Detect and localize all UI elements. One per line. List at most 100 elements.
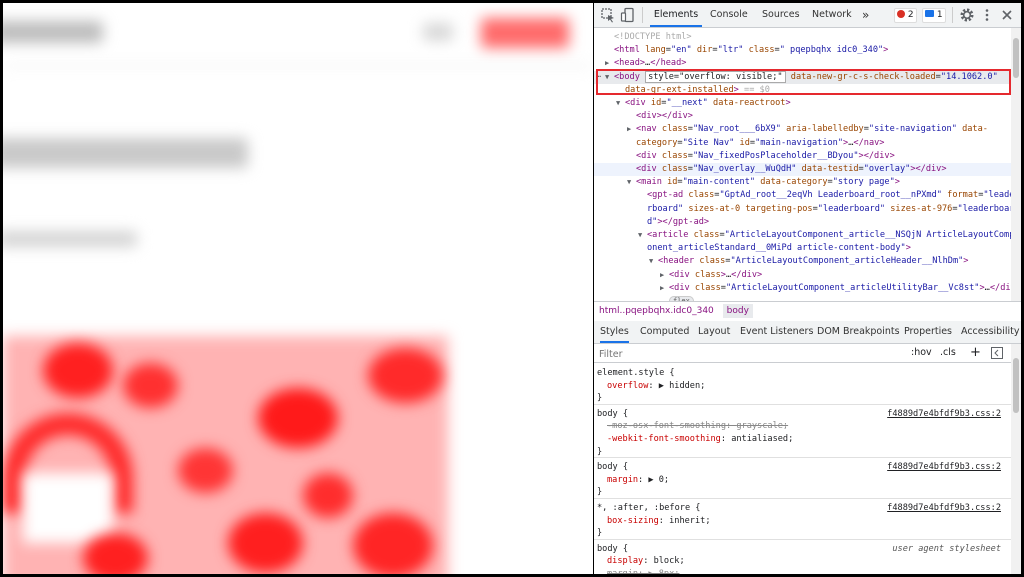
dom-node-line[interactable]: ▼ <main id="main-content" data-category="… bbox=[594, 176, 1021, 189]
tab-elements[interactable]: Elements bbox=[650, 3, 702, 27]
device-toolbar-icon[interactable] bbox=[620, 7, 636, 23]
tab-styles[interactable]: Styles bbox=[600, 321, 629, 343]
tab-accessibility[interactable]: Accessibility bbox=[961, 321, 1019, 343]
styles-rules-list: element.style {overflow: ▶ hidden;} body … bbox=[594, 363, 1011, 574]
dom-node-markup: <!DOCTYPE html> bbox=[614, 32, 692, 42]
dom-node-line[interactable]: ▶ <div class>…</div> bbox=[594, 269, 1021, 282]
dom-node-line[interactable]: <div class="Nav_fixedPosPlaceholder__BDy… bbox=[594, 150, 1021, 163]
style-rule-source-link[interactable]: f4889d7e4bfdf9b3.css:2 bbox=[887, 461, 1001, 474]
dom-node-line[interactable]: ▶ <div class="ArticleLayoutComponent_arti… bbox=[594, 282, 1021, 295]
dom-node-line[interactable]: ▼ <article class="ArticleLayoutComponent_… bbox=[594, 229, 1021, 242]
error-count-badge[interactable]: 2 bbox=[894, 8, 917, 23]
style-declaration[interactable]: margin: ▶ 0; bbox=[597, 474, 1007, 487]
dom-node-line[interactable]: d"></gpt-ad> bbox=[594, 216, 1021, 229]
collapse-triangle-icon[interactable]: ▼ bbox=[627, 176, 631, 189]
style-rule-selector[interactable]: body {user agent stylesheet bbox=[597, 543, 1007, 556]
expand-triangle-icon[interactable]: ▶ bbox=[660, 269, 664, 282]
dom-node-line[interactable]: <!DOCTYPE html> bbox=[594, 31, 1021, 44]
blurred-white-box bbox=[23, 473, 113, 543]
expand-triangle-icon[interactable]: ▶ bbox=[627, 123, 631, 136]
breadcrumb-html[interactable]: html..pqepbqhx.idc0_340 bbox=[599, 306, 714, 316]
style-rule-selector[interactable]: *, :after, :before {f4889d7e4bfdf9b3.css… bbox=[597, 502, 1007, 515]
blurred-article-title bbox=[3, 138, 248, 168]
dom-node-line[interactable]: ▼ <div id="__next" data-reactroot> bbox=[594, 97, 1021, 110]
dom-node-markup: <div class="Nav_fixedPosPlaceholder__BDy… bbox=[636, 150, 895, 161]
collapse-triangle-icon[interactable]: ▼ bbox=[638, 229, 642, 242]
devtools-panel: Elements Console Sources Network » 2 1 <… bbox=[594, 3, 1021, 574]
settings-gear-icon[interactable] bbox=[959, 7, 975, 23]
toggle-sidebar-icon[interactable] bbox=[991, 347, 1003, 359]
blurred-web-page bbox=[3, 3, 593, 574]
blurred-heart-1 bbox=[43, 343, 113, 398]
dom-node-line[interactable]: <html lang="en" dir="ltr" class=" pqepbq… bbox=[594, 44, 1021, 57]
blurred-header-text bbox=[3, 21, 103, 43]
dom-node-line[interactable]: <div></div> bbox=[594, 110, 1021, 123]
more-tabs-button[interactable]: » bbox=[862, 3, 869, 27]
dom-node-markup: <div class="ArticleLayoutComponent_artic… bbox=[669, 282, 1021, 293]
styles-pane-tabs: Styles Computed Layout Event Listeners D… bbox=[594, 321, 1021, 344]
inspect-element-icon[interactable] bbox=[600, 7, 616, 23]
error-count: 2 bbox=[907, 10, 914, 20]
style-rule-selector[interactable]: body {f4889d7e4bfdf9b3.css:2 bbox=[597, 461, 1007, 474]
dom-node-markup: <div class>…</div> bbox=[669, 269, 763, 280]
style-declaration[interactable]: -moz-osx-font-smoothing: grayscale; bbox=[597, 420, 1007, 433]
collapse-triangle-icon[interactable]: ▼ bbox=[616, 97, 620, 110]
dom-node-markup: <div id="__next" data-reactroot> bbox=[625, 98, 791, 108]
dom-node-markup: rboard" sizes-at-0 targeting-pos="leader… bbox=[647, 203, 1015, 214]
style-rule-source-link[interactable]: f4889d7e4bfdf9b3.css:2 bbox=[887, 502, 1001, 515]
dom-node-markup: <div class="Nav_overlay__WuQdH" data-tes… bbox=[636, 164, 947, 174]
style-declaration[interactable]: overflow: ▶ hidden; bbox=[597, 380, 1007, 393]
dom-scroll-thumb[interactable] bbox=[1013, 38, 1019, 78]
dom-node-markup: category="Site Nav" id="main-navigation"… bbox=[636, 137, 885, 148]
more-options-icon[interactable] bbox=[979, 7, 995, 23]
style-declaration[interactable]: display: block; bbox=[597, 555, 1007, 568]
dom-node-line[interactable]: onent_articleStandard__0MiPd article-con… bbox=[594, 242, 1021, 255]
dom-node-markup: <nav class="Nav_root___6bX9" aria-labell… bbox=[636, 124, 988, 135]
dom-node-line[interactable]: <gpt-ad class="GptAd_root__2eqVh Leaderb… bbox=[594, 189, 1021, 202]
tab-dom-breakpoints[interactable]: DOM Breakpoints bbox=[817, 321, 900, 343]
dom-node-line[interactable]: category="Site Nav" id="main-navigation"… bbox=[594, 137, 1021, 150]
style-rule-divider bbox=[594, 538, 1011, 540]
blurred-heart-5 bbox=[178, 448, 233, 493]
message-count-badge[interactable]: 1 bbox=[922, 8, 946, 23]
dom-node-line[interactable]: rboard" sizes-at-0 targeting-pos="leader… bbox=[594, 203, 1021, 216]
blurred-heart-8 bbox=[353, 513, 433, 574]
dom-node-line[interactable]: ▼ <header class="ArticleLayoutComponent_a… bbox=[594, 255, 1021, 268]
dom-node-line[interactable]: ▶ <nav class="Nav_root___6bX9" aria-label… bbox=[594, 123, 1021, 136]
breadcrumb: html..pqepbqhx.idc0_340 body bbox=[594, 301, 1021, 322]
style-rule-divider bbox=[594, 498, 1011, 499]
styles-scroll-thumb[interactable] bbox=[1013, 358, 1019, 413]
dom-node-markup: onent_articleStandard__0MiPd article-con… bbox=[647, 243, 911, 254]
blurred-heart-4 bbox=[368, 348, 443, 403]
tab-layout[interactable]: Layout bbox=[698, 321, 730, 343]
new-style-rule-button[interactable]: + bbox=[970, 344, 981, 362]
tab-computed[interactable]: Computed bbox=[640, 321, 689, 343]
styles-scrollbar[interactable] bbox=[1011, 344, 1021, 574]
dom-node-markup: <gpt-ad class="GptAd_root__2eqVh Leaderb… bbox=[647, 190, 1015, 201]
style-rule-selector[interactable]: body {f4889d7e4bfdf9b3.css:2 bbox=[597, 408, 1007, 421]
blurred-heart-2 bbox=[123, 363, 178, 408]
collapse-triangle-icon[interactable]: ▼ bbox=[649, 255, 653, 268]
style-rule-selector[interactable]: element.style { bbox=[597, 367, 1007, 380]
dom-scrollbar[interactable] bbox=[1011, 28, 1021, 301]
style-rule-divider bbox=[594, 403, 1011, 405]
hov-toggle[interactable]: :hov bbox=[911, 344, 932, 362]
breadcrumb-body[interactable]: body bbox=[722, 304, 753, 318]
tab-console[interactable]: Console bbox=[710, 3, 748, 27]
expand-triangle-icon[interactable]: ▶ bbox=[660, 282, 664, 295]
style-declaration[interactable]: box-sizing: inherit; bbox=[597, 515, 1007, 528]
tab-event-listeners[interactable]: Event Listeners bbox=[740, 321, 813, 343]
dom-node-markup: d"></gpt-ad> bbox=[647, 216, 710, 227]
style-declaration[interactable]: -webkit-font-smoothing: antialiased; bbox=[597, 433, 1007, 446]
tab-sources[interactable]: Sources bbox=[762, 3, 800, 27]
style-rule-source-link[interactable]: f4889d7e4bfdf9b3.css:2 bbox=[887, 408, 1001, 421]
devtools-toolbar: Elements Console Sources Network » 2 1 bbox=[594, 3, 1021, 28]
message-count: 1 bbox=[936, 10, 943, 20]
styles-filter-input[interactable] bbox=[597, 346, 891, 362]
cls-toggle[interactable]: .cls bbox=[940, 344, 956, 362]
style-declaration[interactable]: margin: ▶ 8px; bbox=[597, 568, 1007, 574]
dom-node-line[interactable]: <div class="Nav_overlay__WuQdH" data-tes… bbox=[594, 163, 1021, 177]
close-icon[interactable] bbox=[999, 7, 1015, 23]
tab-network[interactable]: Network bbox=[812, 3, 852, 27]
tab-properties[interactable]: Properties bbox=[904, 321, 952, 343]
